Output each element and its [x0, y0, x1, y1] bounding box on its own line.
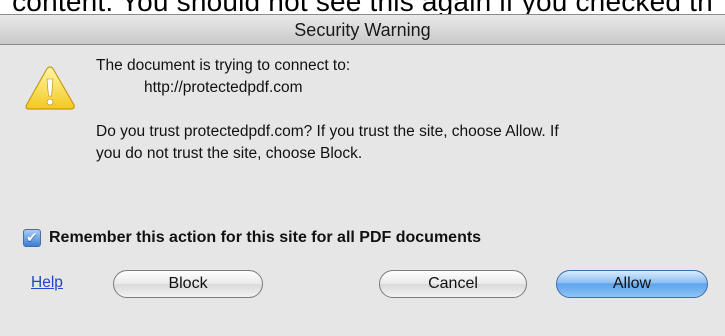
- dialog-titlebar: Security Warning: [0, 15, 725, 45]
- checkmark-icon: ✔: [26, 230, 38, 246]
- security-warning-dialog: Security Warning The document is trying …: [0, 14, 725, 336]
- remember-action-checkbox[interactable]: ✔: [23, 229, 41, 247]
- message-url: http://protectedpdf.com: [144, 79, 303, 96]
- message-line-trust: Do you trust protectedpdf.com? If you tr…: [96, 123, 559, 140]
- remember-action-label[interactable]: Remember this action for this site for a…: [49, 229, 481, 247]
- message-line-connect: The document is trying to connect to:: [96, 57, 351, 74]
- background-document-text: content. You should not see this again i…: [0, 0, 725, 15]
- warning-icon: [25, 66, 75, 110]
- dialog-title: Security Warning: [294, 20, 431, 40]
- help-link[interactable]: Help: [31, 274, 63, 292]
- remember-action-row[interactable]: ✔ Remember this action for this site for…: [23, 226, 481, 250]
- message-line-block: you do not trust the site, choose Block.: [96, 145, 363, 162]
- allow-button[interactable]: Allow: [556, 270, 708, 298]
- block-button[interactable]: Block: [113, 270, 263, 298]
- dialog-message: The document is trying to connect to: ht…: [96, 55, 559, 165]
- cancel-button[interactable]: Cancel: [379, 270, 527, 298]
